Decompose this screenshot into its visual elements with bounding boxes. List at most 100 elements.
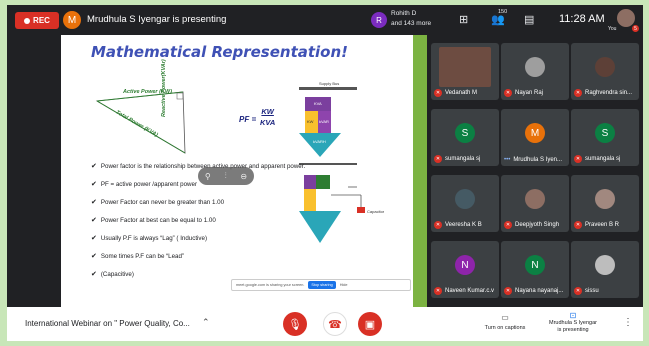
recording-badge: REC (15, 12, 59, 29)
present-icon: ⊡ (569, 311, 577, 320)
participant-tile[interactable]: ✕ sissu (571, 241, 639, 298)
more-options-icon[interactable]: ⋮ (623, 317, 633, 328)
kvarh-label: kVARH (313, 139, 326, 144)
participant-avatar: S (455, 123, 475, 143)
mute-icon[interactable]: ⫶ (225, 171, 227, 181)
mic-off-icon: ✕ (434, 287, 442, 295)
participant-name: ✕ Nayan Raj (504, 89, 543, 97)
record-dot-icon (24, 17, 31, 24)
list-item: ✔ Usually P.F is always “Lag” ( Inductive… (91, 235, 208, 242)
chevron-up-icon[interactable]: ⌃ (202, 317, 210, 328)
mic-off-icon: ✕ (504, 221, 512, 229)
participant-tile[interactable]: ✕ Vedanath M (431, 43, 499, 100)
participant-avatar: R (371, 12, 387, 28)
participant-tile[interactable]: ✕ Veeresha K B (431, 175, 499, 232)
stop-sharing-button[interactable]: Stop sharing (308, 281, 336, 289)
participant-name-text: sumangala sj (585, 156, 621, 162)
check-icon: ✔ (91, 235, 97, 242)
participant-name-text: Raghvendra sin... (585, 90, 633, 96)
check-icon: ✔ (91, 163, 97, 170)
list-item: ✔ Power Factor at best can be equal to 1.… (91, 217, 216, 224)
kw-label: KW (307, 119, 314, 124)
participant-name: ✕ Nayana nayanaj... (504, 287, 563, 295)
participant-tile[interactable]: S ✕ sumangala sj (571, 109, 639, 166)
participant-photo (595, 189, 615, 209)
mic-off-icon: ✕ (504, 287, 512, 295)
mic-off-icon: ✕ (574, 287, 582, 295)
leave-call-button[interactable]: ☎ (323, 312, 347, 336)
captions-button[interactable]: ▭ Turn on captions (475, 313, 535, 331)
pin-icon[interactable]: ⚲ (205, 172, 211, 181)
chat-icon[interactable]: ▤ (524, 13, 534, 26)
capacitor-label: Capacitor (367, 209, 385, 214)
list-item: ✔ (Capacitive) (91, 271, 134, 278)
you-label: You (608, 26, 617, 32)
shared-screen: Mathematical Representation! Active Powe… (61, 35, 427, 307)
participant-name: ••• Mrudhula S Iyen... (504, 157, 562, 163)
participant-tile[interactable]: N ✕ Nayana nayanaj... (501, 241, 569, 298)
self-avatar[interactable] (617, 9, 635, 27)
check-icon: ✔ (91, 199, 97, 206)
hide-button[interactable]: Hide (340, 283, 348, 287)
pf-numerator: KW (261, 107, 274, 116)
participant-name: ✕ sumangala sj (434, 155, 480, 163)
list-item: ✔ Power Factor can never be greater than … (91, 199, 225, 206)
participant-photo (439, 47, 491, 87)
meeting-title[interactable]: International Webinar on " Power Quality… (25, 319, 190, 328)
participant-photo (455, 189, 475, 209)
mic-toggle-button[interactable]: 🎙 (283, 312, 307, 336)
mic-off-icon: ✕ (434, 89, 442, 97)
participant-name-text: Praveen B R (585, 222, 620, 228)
participant-name: ✕ Praveen B R (574, 221, 619, 229)
participant-photo (595, 57, 615, 77)
mic-off-icon: ✕ (574, 155, 582, 163)
sharing-notice: meet.google.com is sharing your screen. … (231, 279, 411, 291)
check-icon: ✔ (91, 217, 97, 224)
notification-badge: 5 (632, 25, 639, 32)
remove-icon[interactable]: ⊖ (240, 172, 247, 181)
presenting-status: Mrudhula S Iyengar is presenting (87, 14, 227, 25)
mic-off-icon: ✕ (574, 221, 582, 229)
participant-name-text: Vedanath M (445, 90, 478, 96)
participant-tile[interactable]: ✕ Raghvendra sin... (571, 43, 639, 100)
participant-tile[interactable]: M ••• Mrudhula S Iyen... (501, 109, 569, 166)
participant-avatar: M (525, 123, 545, 143)
participant-photo (525, 189, 545, 209)
participant-tile[interactable]: S ✕ sumangala sj (431, 109, 499, 166)
mic-off-icon: 🎙 (288, 318, 302, 331)
presentation-controls: ⚲ ⫶ ⊖ (198, 167, 254, 185)
check-icon: ✔ (91, 253, 97, 260)
participant-name-text: Deepjyoth Singh (515, 222, 560, 228)
mic-off-icon: ✕ (434, 155, 442, 163)
list-item: ✔ Some times P.F can be “Lead” (91, 253, 184, 260)
kva-label: KVA (314, 101, 322, 106)
participants-first: Rohith D (391, 10, 417, 17)
participant-name: ✕ Veeresha K B (434, 221, 482, 229)
clock: 11:28 AM (559, 13, 605, 25)
presentation-button[interactable]: ⊡ Mrudhula S Iyengar is presenting (542, 311, 604, 334)
participant-tile[interactable]: N ✕ Naveen Kumar.c.v (431, 241, 499, 298)
participant-tile[interactable]: ✕ Praveen B R (571, 175, 639, 232)
presenter-avatar: M (63, 11, 81, 29)
participant-avatar: N (525, 255, 545, 275)
reactive-power-label: Reactive Power(KVAr) (161, 59, 167, 117)
participant-photo (525, 57, 545, 77)
pf-formula-prefix: PF = (239, 115, 257, 124)
check-icon: ✔ (91, 271, 97, 278)
participants-summary[interactable]: Rohith D and 143 more (391, 9, 431, 29)
participants-more: and 143 more (391, 20, 432, 27)
meet-window: REC M Mrudhula S Iyengar is presenting R… (7, 5, 643, 341)
mic-off-icon: ✕ (504, 89, 512, 97)
participant-name-text: Nayan Raj (515, 90, 544, 96)
participant-name: ✕ sissu (574, 287, 599, 295)
participant-name-text: sumangala sj (445, 156, 481, 162)
participant-tile[interactable]: ✕ Nayan Raj (501, 43, 569, 100)
camera-toggle-button[interactable]: ▣ (358, 312, 382, 336)
participant-tile[interactable]: ✕ Deepjyoth Singh (501, 175, 569, 232)
participant-name-text: Mrudhula S Iyen... (513, 157, 563, 163)
activities-icon[interactable]: ⊞ (459, 13, 468, 26)
mic-off-icon: ✕ (574, 89, 582, 97)
bottom-bar: International Webinar on " Power Quality… (7, 307, 643, 341)
participant-photo (595, 255, 615, 275)
presentation-label-status: is presenting (557, 327, 589, 333)
